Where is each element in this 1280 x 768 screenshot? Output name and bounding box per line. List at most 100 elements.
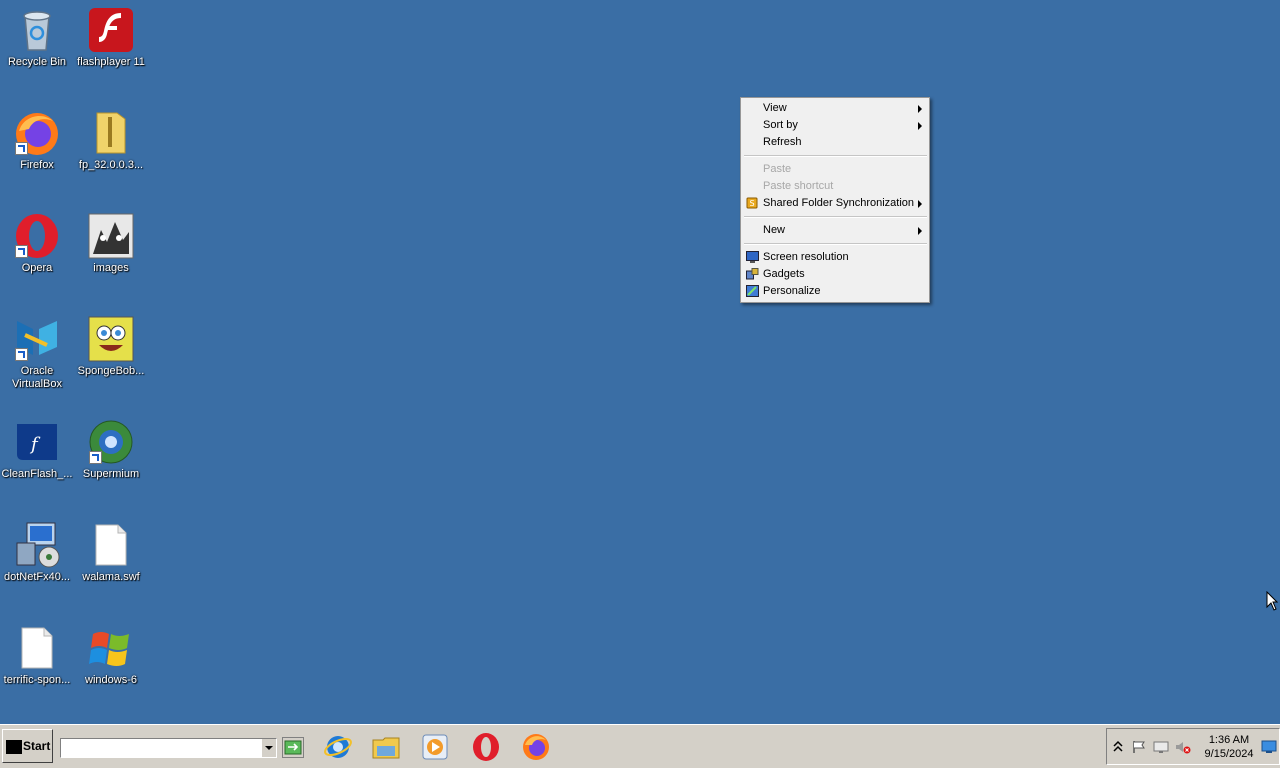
submenu-arrow-icon: [918, 105, 922, 113]
menu-item-label: Refresh: [763, 136, 802, 148]
desktop-context-menu: View Sort by Refresh Paste Paste shortcu…: [740, 97, 930, 303]
desktop-icon-label: flashplayer 11: [77, 56, 145, 68]
menu-item-label: View: [763, 102, 787, 114]
folder-icon: [87, 109, 135, 157]
menu-item-view[interactable]: View: [741, 100, 929, 117]
submenu-arrow-icon: [918, 227, 922, 235]
menu-item-screen-resolution[interactable]: Screen resolution: [741, 249, 929, 266]
show-hidden-icons-button[interactable]: [1113, 740, 1129, 754]
action-center-flag-icon[interactable]: [1131, 740, 1147, 754]
swf-file-icon: [87, 521, 135, 569]
desktop-icon-recycle-bin[interactable]: Recycle Bin: [0, 6, 74, 69]
desktop-icon-label: images: [93, 262, 129, 274]
desktop-icon-walama-swf[interactable]: walama.swf: [74, 521, 148, 584]
dotnet-installer-icon: [13, 521, 61, 569]
menu-item-personalize[interactable]: Personalize: [741, 283, 929, 300]
opera-icon[interactable]: [471, 732, 501, 762]
virtualbox-icon: [13, 315, 61, 363]
desktop-icon-dotnet[interactable]: dotNetFx40...: [0, 521, 74, 584]
shortcut-arrow-icon: [15, 348, 28, 361]
menu-item-gadgets[interactable]: Gadgets: [741, 266, 929, 283]
desktop-icon-label: walama.swf: [82, 571, 140, 583]
flash-player-icon: [87, 6, 135, 54]
firefox-icon: [13, 109, 61, 157]
clock-time: 1:36 AM: [1208, 734, 1250, 746]
menu-item-label: Shared Folder Synchronization: [763, 197, 915, 209]
shortcut-arrow-icon: [15, 245, 28, 258]
desktop-icon-label: Opera: [21, 262, 53, 274]
taskbar: Start 1:36 AM 9/15/2024: [0, 724, 1280, 768]
menu-item-paste-shortcut: Paste shortcut: [741, 178, 929, 195]
desktop-icon-cleanflash[interactable]: f CleanFlash_...: [0, 418, 74, 481]
desktop-icon-label: Firefox: [20, 159, 54, 171]
file-icon: [13, 624, 61, 672]
desktop-icon-label: CleanFlash_...: [1, 468, 73, 480]
volume-muted-icon[interactable]: [1175, 740, 1191, 754]
menu-separator: [744, 155, 927, 157]
recycle-bin-icon: [13, 6, 61, 54]
explorer-folder-icon[interactable]: [371, 732, 401, 762]
cleanflash-icon: f: [13, 418, 61, 466]
desktop-icon-flashplayer[interactable]: flashplayer 11: [74, 6, 148, 69]
system-tray: 1:36 AM 9/15/2024: [1106, 728, 1280, 765]
start-label: Start: [23, 739, 51, 753]
menu-separator: [744, 243, 927, 245]
spongebob-icon: [87, 315, 135, 363]
personalize-icon: [746, 285, 759, 297]
menu-item-label: Gadgets: [763, 268, 805, 280]
desktop-icon-label: dotNetFx40...: [3, 571, 71, 583]
start-logo-icon: [6, 740, 22, 754]
clock[interactable]: 1:36 AM 9/15/2024: [1199, 733, 1259, 761]
desktop-icon-label: windows-6: [85, 674, 137, 686]
windows-logo-icon: [87, 624, 135, 672]
show-desktop-icon[interactable]: [1261, 740, 1277, 754]
menu-item-label: Personalize: [763, 285, 821, 297]
firefox-icon[interactable]: [521, 732, 551, 762]
menu-item-label: Screen resolution: [763, 251, 849, 263]
gadgets-icon: [746, 268, 759, 280]
shortcut-arrow-icon: [89, 451, 102, 464]
desktop-icon-spongebob[interactable]: SpongeBob...: [74, 315, 148, 378]
network-icon[interactable]: [1153, 740, 1169, 754]
desktop-icon-label: Supermium: [82, 468, 140, 480]
internet-explorer-icon[interactable]: [323, 732, 353, 762]
address-bar[interactable]: [60, 738, 277, 758]
desktop[interactable]: Recycle Bin flashplayer 11 Firefox fp_32…: [0, 0, 1280, 724]
desktop-icon-virtualbox[interactable]: Oracle VirtualBox: [0, 315, 74, 391]
address-dropdown-button[interactable]: [261, 739, 276, 757]
desktop-icon-label: Recycle Bin: [7, 56, 67, 68]
svg-text:S: S: [750, 199, 755, 208]
clock-date: 9/15/2024: [1204, 748, 1254, 760]
desktop-icon-label: SpongeBob...: [77, 365, 145, 377]
menu-item-paste: Paste: [741, 161, 929, 178]
media-player-icon[interactable]: [420, 732, 450, 762]
opera-icon: [13, 212, 61, 260]
go-button[interactable]: [282, 737, 304, 758]
menu-item-refresh[interactable]: Refresh: [741, 134, 929, 151]
menu-item-shared-folder-sync[interactable]: S Shared Folder Synchronization: [741, 195, 929, 212]
menu-item-sort-by[interactable]: Sort by: [741, 117, 929, 134]
start-button[interactable]: Start: [2, 729, 53, 763]
menu-item-label: Sort by: [763, 119, 798, 131]
menu-item-new[interactable]: New: [741, 222, 929, 239]
menu-separator: [744, 216, 927, 218]
desktop-icon-label: fp_32.0.0.3...: [78, 159, 144, 171]
desktop-icon-opera[interactable]: Opera: [0, 212, 74, 275]
submenu-arrow-icon: [918, 122, 922, 130]
desktop-icon-firefox[interactable]: Firefox: [0, 109, 74, 172]
menu-item-label: Paste: [763, 163, 792, 175]
desktop-icon-fp-folder[interactable]: fp_32.0.0.3...: [74, 109, 148, 172]
desktop-icon-images[interactable]: images: [74, 212, 148, 275]
desktop-icon-label: terrific-spon...: [3, 674, 71, 686]
desktop-icon-terrific-spon[interactable]: terrific-spon...: [0, 624, 74, 687]
shortcut-arrow-icon: [15, 142, 28, 155]
desktop-icon-windows-6[interactable]: windows-6: [74, 624, 148, 687]
supermium-icon: [87, 418, 135, 466]
menu-item-label: Paste shortcut: [763, 180, 834, 192]
menu-item-label: New: [763, 224, 786, 236]
shared-folder-sync-icon: S: [746, 197, 759, 209]
submenu-arrow-icon: [918, 200, 922, 208]
monitor-icon: [746, 251, 759, 263]
desktop-icon-label: Oracle VirtualBox: [12, 365, 62, 390]
desktop-icon-supermium[interactable]: Supermium: [74, 418, 148, 481]
